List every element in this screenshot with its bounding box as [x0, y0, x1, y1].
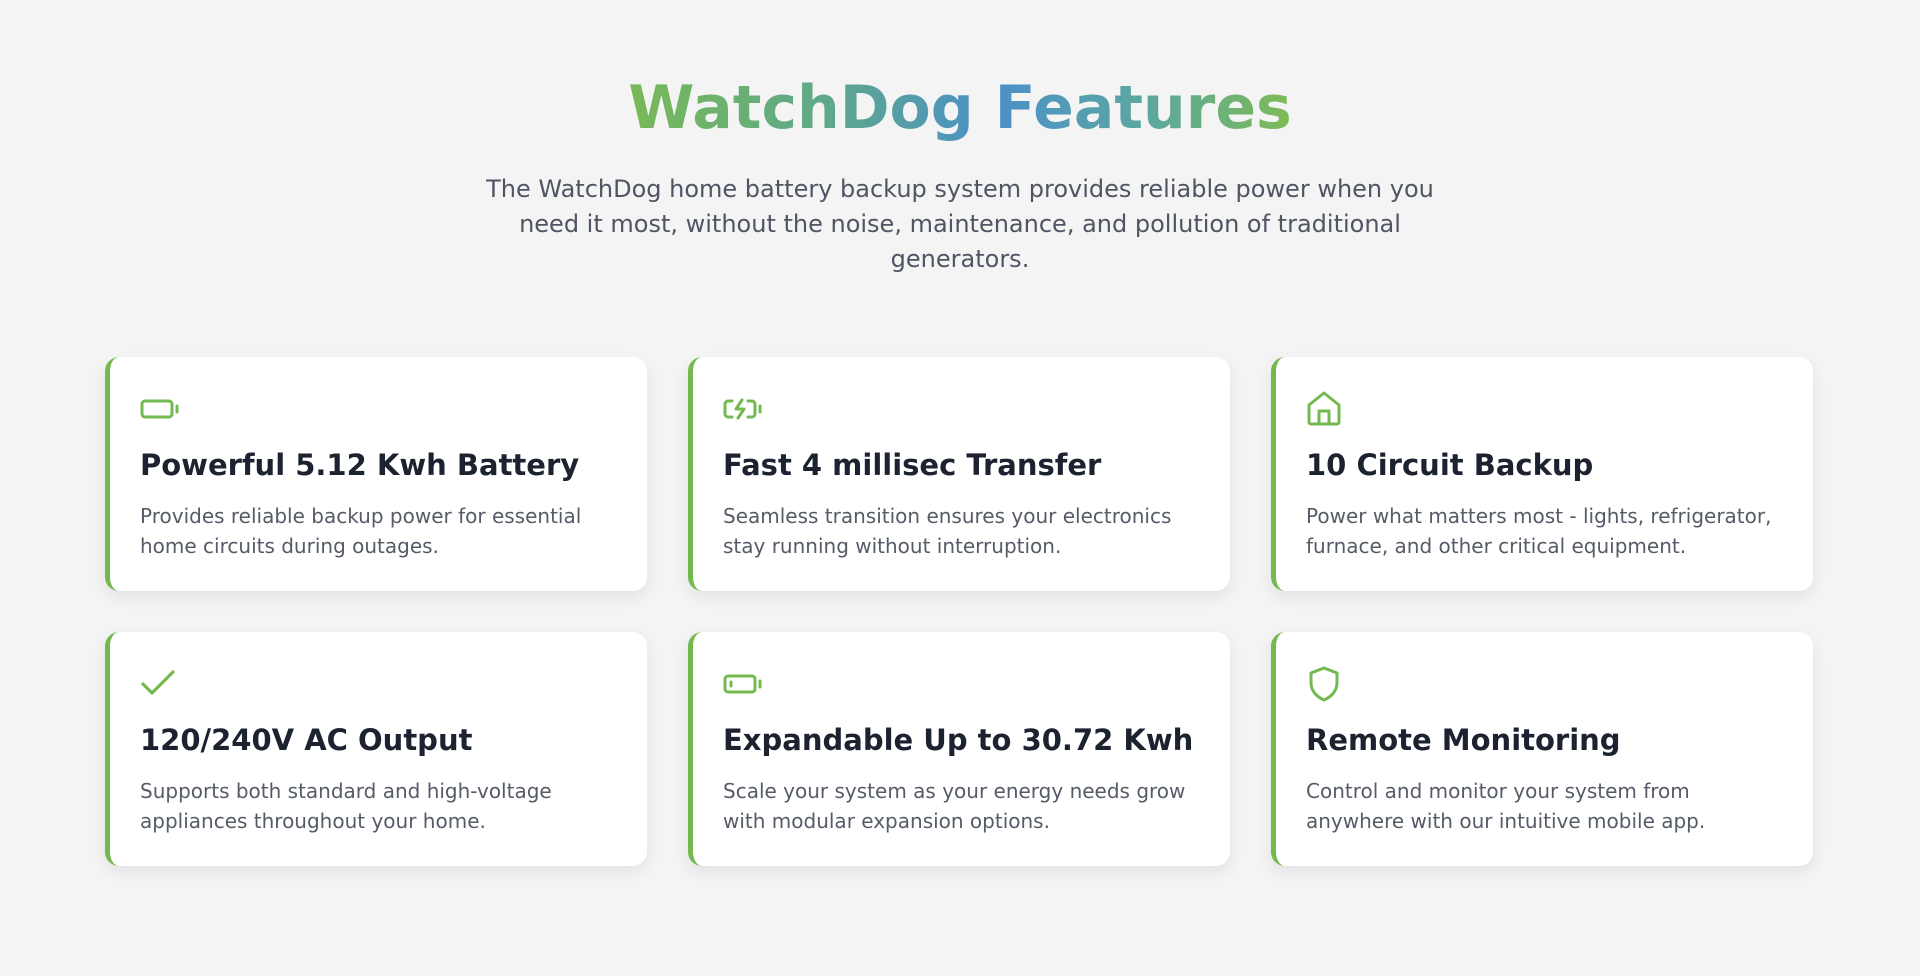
feature-description: Provides reliable backup power for essen… — [140, 504, 582, 558]
feature-description: Control and monitor your system from any… — [1306, 779, 1706, 833]
battery-icon — [723, 666, 763, 702]
feature-description: Seamless transition ensures your electro… — [723, 504, 1172, 558]
feature-title: 10 Circuit Backup — [1306, 448, 1594, 482]
page-title-text: WatchDog Features — [628, 73, 1292, 143]
feature-title: 120/240V AC Output — [140, 723, 473, 757]
shield-icon — [1306, 666, 1346, 702]
feature-card-circuit: 10 Circuit Backup Power what matters mos… — [1271, 357, 1813, 591]
feature-title: Fast 4 millisec Transfer — [723, 448, 1102, 482]
feature-title: Powerful 5.12 Kwh Battery — [140, 448, 580, 482]
feature-card-battery: Powerful 5.12 Kwh Battery Provides relia… — [105, 357, 647, 591]
check-icon — [140, 666, 180, 702]
feature-card-expandable: Expandable Up to 30.72 Kwh Scale your sy… — [688, 632, 1230, 866]
feature-card-transfer: Fast 4 millisec Transfer Seamless transi… — [688, 357, 1230, 591]
page-title: WatchDog Features — [0, 70, 1920, 146]
home-icon — [1306, 391, 1346, 427]
feature-description: Power what matters most - lights, refrig… — [1306, 504, 1772, 558]
feature-description: Scale your system as your energy needs g… — [723, 779, 1186, 833]
feature-title: Expandable Up to 30.72 Kwh — [723, 723, 1194, 757]
feature-card-monitoring: Remote Monitoring Control and monitor yo… — [1271, 632, 1813, 866]
feature-title: Remote Monitoring — [1306, 723, 1621, 757]
page-description: The WatchDog home battery backup system … — [486, 175, 1434, 273]
battery-icon — [140, 391, 180, 427]
feature-description: Supports both standard and high-voltage … — [140, 779, 552, 833]
feature-card-ac-output: 120/240V AC Output Supports both standar… — [105, 632, 647, 866]
battery-charging-icon — [723, 391, 763, 427]
features-section: WatchDog Features The WatchDog home batt… — [0, 0, 1920, 976]
